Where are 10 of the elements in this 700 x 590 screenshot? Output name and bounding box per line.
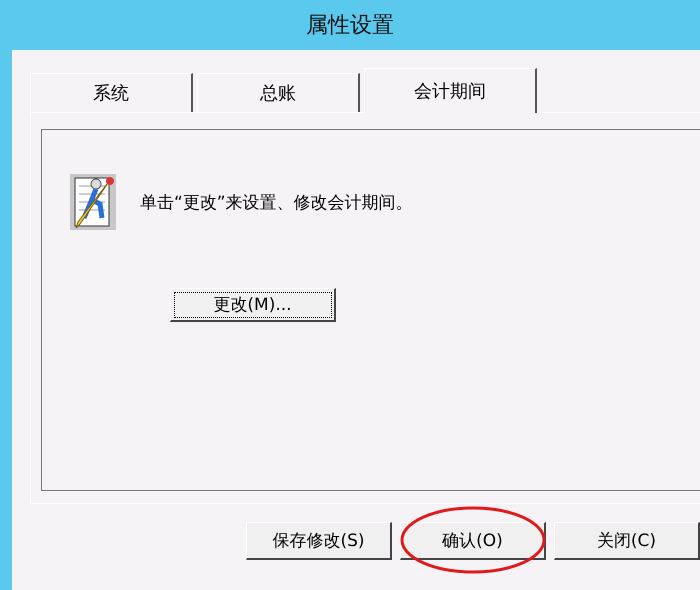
tab[interactable]: 总账: [197, 73, 360, 112]
tab[interactable]: 系统: [30, 73, 193, 112]
tab[interactable]: 会计期间: [364, 68, 537, 113]
dialog-button[interactable]: 保存修改(S): [246, 522, 392, 560]
window-title: 属性设置: [306, 12, 394, 40]
dialog-button[interactable]: 确认(O): [400, 522, 546, 560]
change-button[interactable]: 更改(M)...: [170, 288, 336, 322]
dialog-button[interactable]: 关闭(C): [554, 522, 700, 560]
instruction-text: 单击“更改”来设置、修改会计期间。: [140, 192, 413, 214]
notepad-pencil-icon: [70, 174, 116, 230]
